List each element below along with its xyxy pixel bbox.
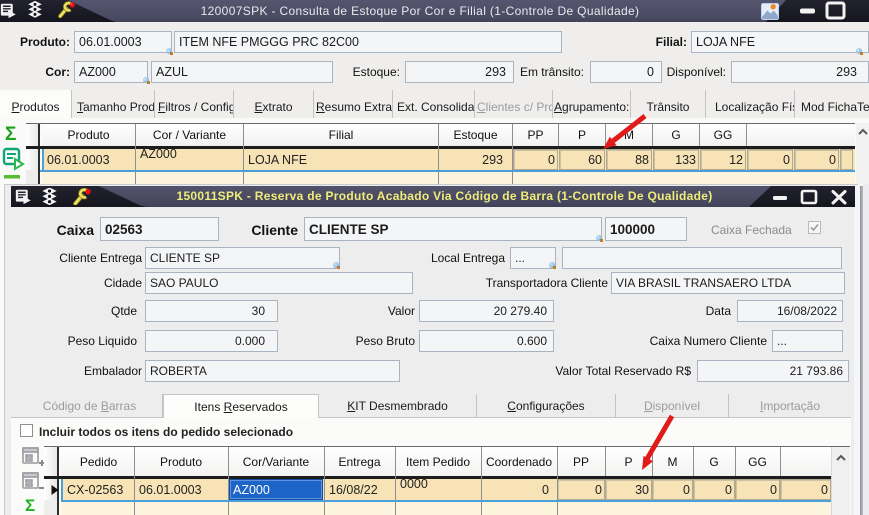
svg-text:Σ: Σ <box>5 124 16 145</box>
svg-text:Σ: Σ <box>25 496 35 515</box>
